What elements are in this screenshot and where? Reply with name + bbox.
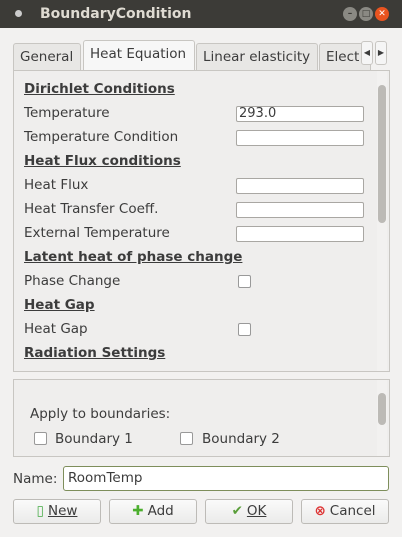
phase-change-checkbox[interactable]	[238, 275, 251, 288]
tab-scroll-right-icon[interactable]: ▶	[375, 41, 387, 65]
boundary-2-label[interactable]: Boundary 2	[202, 431, 280, 447]
new-document-icon: ▯	[36, 503, 44, 519]
htc-label: Heat Transfer Coeff.	[24, 201, 159, 217]
heat-gap-header: Heat Gap	[24, 297, 95, 313]
boundary-2-checkbox[interactable]	[180, 432, 193, 445]
phase-change-label: Phase Change	[24, 273, 121, 289]
title-bar: BoundaryCondition – □ ✕	[0, 0, 402, 28]
tab-linear-elasticity[interactable]: Linear elasticity	[196, 43, 318, 70]
ok-label: OK	[246, 503, 267, 519]
apply-boundaries-label: Apply to boundaries:	[30, 406, 171, 422]
new-label: New	[47, 503, 78, 519]
heat-gap-label: Heat Gap	[24, 321, 88, 337]
ok-button[interactable]: ✔ OK	[205, 499, 293, 524]
panel-scrollbar[interactable]	[377, 71, 387, 371]
window-title: BoundaryCondition	[40, 6, 192, 22]
heat-flux-label: Heat Flux	[24, 177, 89, 193]
cancel-icon: ⊗	[314, 503, 326, 519]
minimize-button[interactable]: –	[343, 7, 357, 21]
htc-input[interactable]	[236, 202, 364, 218]
heat-equation-panel: Dirichlet Conditions Temperature 293.0 T…	[13, 70, 390, 372]
heat-gap-checkbox[interactable]	[238, 323, 251, 336]
maximize-button[interactable]: □	[359, 7, 373, 21]
plus-icon: ✚	[132, 503, 144, 519]
temperature-input[interactable]: 293.0	[236, 106, 364, 122]
temperature-label: Temperature	[24, 105, 110, 121]
boundaries-scrollbar[interactable]	[377, 380, 387, 456]
close-button[interactable]: ✕	[375, 7, 389, 21]
external-temperature-label: External Temperature	[24, 225, 170, 241]
external-temperature-input[interactable]	[236, 226, 364, 242]
tab-heat-equation[interactable]: Heat Equation	[83, 40, 195, 71]
tab-bar: General Heat Equation Linear elasticity …	[13, 40, 391, 71]
temperature-condition-input[interactable]	[236, 130, 364, 146]
add-label: Add	[147, 503, 174, 519]
check-icon: ✔	[231, 503, 243, 519]
heat-flux-input[interactable]	[236, 178, 364, 194]
boundaries-panel: Apply to boundaries: Boundary 1 Boundary…	[13, 379, 390, 457]
dirichlet-header: Dirichlet Conditions	[24, 81, 175, 97]
cancel-button[interactable]: ⊗ Cancel	[301, 499, 389, 524]
name-input[interactable]: RoomTemp	[63, 466, 389, 491]
boundary-1-checkbox[interactable]	[34, 432, 47, 445]
new-button[interactable]: ▯ New	[13, 499, 101, 524]
add-button[interactable]: ✚ Add	[109, 499, 197, 524]
name-label: Name:	[13, 471, 58, 487]
latent-heat-header: Latent heat of phase change	[24, 249, 243, 265]
heat-flux-header: Heat Flux conditions	[24, 153, 181, 169]
radiation-header: Radiation Settings	[24, 345, 166, 361]
tab-scroll-left-icon[interactable]: ◀	[361, 41, 373, 65]
boundary-1-label[interactable]: Boundary 1	[55, 431, 133, 447]
tab-general[interactable]: General	[13, 43, 81, 70]
window-menu-icon[interactable]	[15, 10, 22, 17]
cancel-label: Cancel	[329, 503, 376, 519]
temperature-condition-label: Temperature Condition	[24, 129, 179, 145]
